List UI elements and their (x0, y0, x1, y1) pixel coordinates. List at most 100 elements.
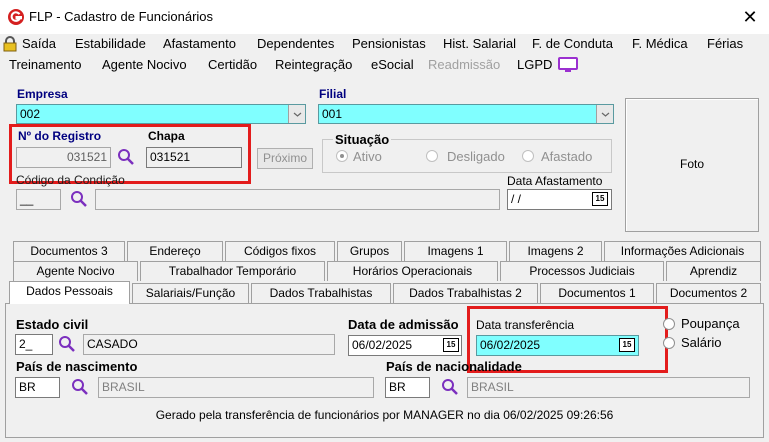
chevron-down-icon (293, 112, 302, 117)
tab-processos-judiciais[interactable]: Processos Judiciais (500, 261, 664, 281)
search-icon[interactable] (71, 378, 89, 396)
tab-label: Agente Nocivo (36, 264, 115, 278)
pais-nacionalidade-label: País de nacionalidade (386, 359, 522, 374)
tab-codigos-fixos[interactable]: Códigos fixos (225, 241, 335, 261)
menu-reintegracao[interactable]: Reintegração (275, 57, 352, 72)
tab-agente-nocivo[interactable]: Agente Nocivo (13, 261, 138, 281)
menu-pensionistas[interactable]: Pensionistas (352, 36, 426, 51)
menu-f-medica[interactable]: F. Médica (632, 36, 688, 51)
tab-documentos-1[interactable]: Documentos 1 (540, 283, 654, 303)
empresa-label: Empresa (17, 87, 68, 101)
tab-label: Documentos 2 (669, 286, 748, 300)
codigo-condicao-label: Código da Condição (16, 173, 125, 187)
tab-trabalhador-temporario[interactable]: Trabalhador Temporário (140, 261, 325, 281)
empresa-select[interactable]: 002 (16, 104, 306, 124)
tab-endereco[interactable]: Endereço (127, 241, 223, 261)
tab-aprendiz[interactable]: Aprendiz (666, 261, 761, 281)
proximo-button: Próximo (257, 148, 313, 169)
menu-lgpd[interactable]: LGPD (517, 57, 552, 72)
calendar-icon[interactable]: 15 (592, 192, 608, 206)
tab-label: Códigos fixos (243, 244, 317, 258)
tab-label: Dados Trabalhistas 2 (409, 286, 522, 300)
filial-value: 001 (322, 107, 343, 121)
search-icon[interactable] (58, 335, 76, 353)
data-admissao-value: 06/02/2025 (352, 338, 413, 352)
tab-label: Salariais/Função (145, 286, 236, 300)
chevron-down-icon (601, 112, 610, 117)
photo-label: Foto (679, 157, 704, 171)
radio-salario-label: Salário (681, 335, 722, 350)
lock-icon (3, 36, 17, 52)
radio-poupanca-label: Poupança (681, 316, 740, 331)
search-icon[interactable] (441, 378, 459, 396)
menu-afastamento[interactable]: Afastamento (163, 36, 236, 51)
menu-treinamento[interactable]: Treinamento (9, 57, 82, 72)
close-icon[interactable]: ✕ (739, 6, 761, 28)
menu-hist-salarial[interactable]: Hist. Salarial (443, 36, 516, 51)
pais-nascimento-desc: BRASIL (98, 377, 374, 398)
menu-readmissao: Readmissão (428, 57, 501, 72)
tab-label: Processos Judiciais (529, 264, 635, 278)
filial-select[interactable]: 001 (318, 104, 614, 124)
app-logo-icon (8, 9, 24, 25)
pais-nacionalidade-desc: BRASIL (467, 377, 750, 398)
radio-desligado (426, 150, 438, 162)
tab-informacoes-adicionais[interactable]: Informações Adicionais (604, 241, 761, 261)
menu-dependentes[interactable]: Dependentes (257, 36, 334, 51)
tab-label: Dados Pessoais (26, 284, 113, 298)
situacao-label: Situação (333, 132, 392, 147)
data-afastamento-value: / / (511, 192, 522, 206)
codigo-condicao-desc (95, 189, 500, 210)
tab-label: Grupos (349, 244, 390, 258)
calendar-icon[interactable]: 15 (443, 338, 459, 352)
monitor-icon[interactable] (558, 57, 578, 73)
tab-label: Imagens 2 (527, 244, 584, 258)
radio-afastado (522, 150, 534, 162)
tab-imagens-1[interactable]: Imagens 1 (404, 241, 507, 261)
tab-salariais-funcao[interactable]: Salariais/Função (132, 283, 249, 303)
search-icon[interactable] (70, 190, 88, 208)
radio-ativo (336, 150, 348, 162)
tab-label: Documentos 3 (30, 244, 108, 258)
filial-dropdown-button[interactable] (596, 105, 613, 123)
tab-dados-trabalhistas-2[interactable]: Dados Trabalhistas 2 (393, 283, 538, 303)
menu-ferias[interactable]: Férias (707, 36, 743, 51)
pais-nacionalidade-code-input[interactable]: BR (385, 377, 430, 398)
tab-horarios-operacionais[interactable]: Horários Operacionais (327, 261, 498, 281)
tab-documentos-3[interactable]: Documentos 3 (13, 241, 125, 261)
menu-esocial[interactable]: eSocial (371, 57, 414, 72)
tab-label: Documentos 1 (558, 286, 636, 300)
menu-estabilidade[interactable]: Estabilidade (75, 36, 146, 51)
photo-panel[interactable]: Foto (625, 98, 759, 232)
menu-certidao[interactable]: Certidão (208, 57, 257, 72)
tab-label: Dados Trabalhistas (269, 286, 373, 300)
pais-nascimento-label: País de nascimento (16, 359, 138, 374)
menu-f-conduta[interactable]: F. de Conduta (532, 36, 613, 51)
empresa-dropdown-button[interactable] (288, 105, 305, 123)
tab-dados-trabalhistas[interactable]: Dados Trabalhistas (251, 283, 391, 303)
filial-label: Filial (319, 87, 347, 101)
radio-desligado-label: Desligado (447, 149, 505, 164)
tab-label: Informações Adicionais (620, 244, 745, 258)
estado-civil-code-input[interactable]: 2_ (15, 334, 53, 355)
tab-label: Endereço (149, 244, 201, 258)
menu-agente-nocivo[interactable]: Agente Nocivo (102, 57, 187, 72)
window-title: FLP - Cadastro de Funcionários (29, 9, 214, 24)
tab-label: Trabalhador Temporário (168, 264, 297, 278)
radio-salario[interactable] (663, 337, 675, 349)
tab-imagens-2[interactable]: Imagens 2 (509, 241, 602, 261)
empresa-value: 002 (20, 107, 41, 121)
estado-civil-desc: CASADO (83, 334, 335, 355)
tab-grupos[interactable]: Grupos (337, 241, 402, 261)
tab-label: Imagens 1 (427, 244, 484, 258)
radio-afastado-label: Afastado (541, 149, 593, 164)
tab-dados-pessoais[interactable]: Dados Pessoais (9, 281, 130, 304)
radio-poupanca[interactable] (663, 318, 675, 330)
pais-nascimento-code-input[interactable]: BR (15, 377, 60, 398)
menu-saida[interactable]: Saída (22, 36, 56, 51)
tab-label: Aprendiz (689, 264, 738, 278)
tab-documentos-2[interactable]: Documentos 2 (656, 283, 761, 303)
radio-ativo-label: Ativo (353, 149, 382, 164)
estado-civil-label: Estado civil (16, 317, 89, 332)
codigo-condicao-input[interactable]: __ (16, 189, 61, 210)
